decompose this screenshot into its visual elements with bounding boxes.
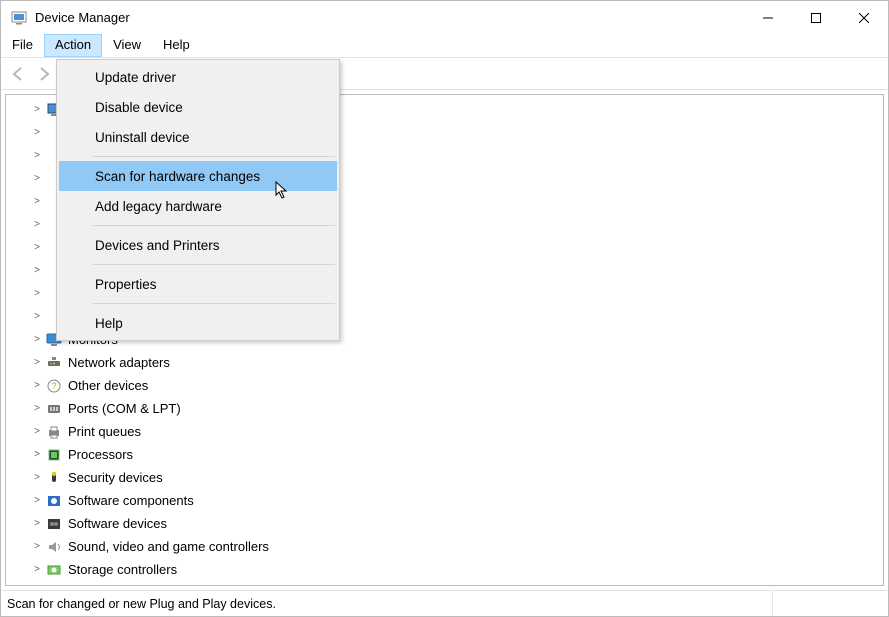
tree-item-software-devices[interactable]: > Software devices <box>10 512 883 535</box>
action-dropdown-menu: Update driverDisable deviceUninstall dev… <box>56 59 340 341</box>
tree-item-label: Storage controllers <box>68 562 177 577</box>
tree-item-ports-com-lpt-[interactable]: > Ports (COM & LPT) <box>10 397 883 420</box>
tree-item-other-devices[interactable]: >? Other devices <box>10 374 883 397</box>
chevron-right-icon[interactable]: > <box>30 357 44 368</box>
menu-item-scan-for-hardware-changes[interactable]: Scan for hardware changes <box>59 161 337 191</box>
network-icon <box>46 355 62 371</box>
chevron-right-icon[interactable]: > <box>30 104 44 115</box>
chevron-right-icon[interactable]: > <box>30 311 44 322</box>
chevron-right-icon[interactable]: > <box>30 219 44 230</box>
softdev-icon <box>46 516 62 532</box>
tree-item-security-devices[interactable]: > Security devices <box>10 466 883 489</box>
tree-item-label: Software devices <box>68 516 167 531</box>
chevron-right-icon[interactable]: > <box>30 288 44 299</box>
menu-view[interactable]: View <box>102 34 152 57</box>
storage-icon <box>46 562 62 578</box>
minimize-button[interactable] <box>744 1 792 34</box>
maximize-button[interactable] <box>792 1 840 34</box>
statusbar-text: Scan for changed or new Plug and Play de… <box>7 597 772 611</box>
menu-separator <box>93 303 335 304</box>
security-icon <box>46 470 62 486</box>
menu-item-uninstall-device[interactable]: Uninstall device <box>59 122 337 152</box>
tree-item-label: Software components <box>68 493 194 508</box>
back-button <box>5 61 31 87</box>
menu-item-add-legacy-hardware[interactable]: Add legacy hardware <box>59 191 337 221</box>
menu-separator <box>93 225 335 226</box>
menu-help[interactable]: Help <box>152 34 201 57</box>
tree-item-software-components[interactable]: > Software components <box>10 489 883 512</box>
close-button[interactable] <box>840 1 888 34</box>
tree-item-label: Other devices <box>68 378 148 393</box>
menu-action[interactable]: Action <box>44 34 102 57</box>
chevron-right-icon[interactable]: > <box>30 150 44 161</box>
menu-item-help[interactable]: Help <box>59 308 337 338</box>
chevron-right-icon[interactable]: > <box>30 196 44 207</box>
chevron-right-icon[interactable]: > <box>30 334 44 345</box>
other-icon: ? <box>46 378 62 394</box>
tree-item-label: Ports (COM & LPT) <box>68 401 181 416</box>
port-icon <box>46 401 62 417</box>
tree-item-storage-controllers[interactable]: > Storage controllers <box>10 558 883 581</box>
chevron-right-icon[interactable]: > <box>30 541 44 552</box>
menu-separator <box>93 156 335 157</box>
tree-item-sound-video-and-game-controllers[interactable]: > Sound, video and game controllers <box>10 535 883 558</box>
chevron-right-icon[interactable]: > <box>30 564 44 575</box>
chevron-right-icon[interactable]: > <box>30 426 44 437</box>
app-icon <box>11 10 27 26</box>
tree-item-print-queues[interactable]: > Print queues <box>10 420 883 443</box>
cpu-icon <box>46 447 62 463</box>
softcomp-icon <box>46 493 62 509</box>
tree-item-processors[interactable]: > Processors <box>10 443 883 466</box>
menu-file[interactable]: File <box>1 34 44 57</box>
tree-item-label: Security devices <box>68 470 163 485</box>
svg-text:?: ? <box>51 381 56 391</box>
menu-item-update-driver[interactable]: Update driver <box>59 62 337 92</box>
menu-item-properties[interactable]: Properties <box>59 269 337 299</box>
tree-item-label: Network adapters <box>68 355 170 370</box>
printer-icon <box>46 424 62 440</box>
menu-item-disable-device[interactable]: Disable device <box>59 92 337 122</box>
forward-button <box>31 61 57 87</box>
chevron-right-icon[interactable]: > <box>30 173 44 184</box>
menu-item-devices-and-printers[interactable]: Devices and Printers <box>59 230 337 260</box>
chevron-right-icon[interactable]: > <box>30 472 44 483</box>
sound-icon <box>46 539 62 555</box>
tree-item-label: Processors <box>68 447 133 462</box>
chevron-right-icon[interactable]: > <box>30 242 44 253</box>
statusbar: Scan for changed or new Plug and Play de… <box>1 590 888 616</box>
titlebar[interactable]: Device Manager <box>1 1 888 34</box>
chevron-right-icon[interactable]: > <box>30 518 44 529</box>
chevron-right-icon[interactable]: > <box>30 380 44 391</box>
chevron-right-icon[interactable]: > <box>30 495 44 506</box>
chevron-right-icon[interactable]: > <box>30 403 44 414</box>
menu-separator <box>93 264 335 265</box>
chevron-right-icon[interactable]: > <box>30 127 44 138</box>
tree-item-label: Print queues <box>68 424 141 439</box>
menubar: File Action View Help <box>1 34 888 58</box>
tree-item-network-adapters[interactable]: > Network adapters <box>10 351 883 374</box>
chevron-right-icon[interactable]: > <box>30 449 44 460</box>
window-title: Device Manager <box>35 10 744 25</box>
chevron-right-icon[interactable]: > <box>30 265 44 276</box>
tree-item-label: Sound, video and game controllers <box>68 539 269 554</box>
